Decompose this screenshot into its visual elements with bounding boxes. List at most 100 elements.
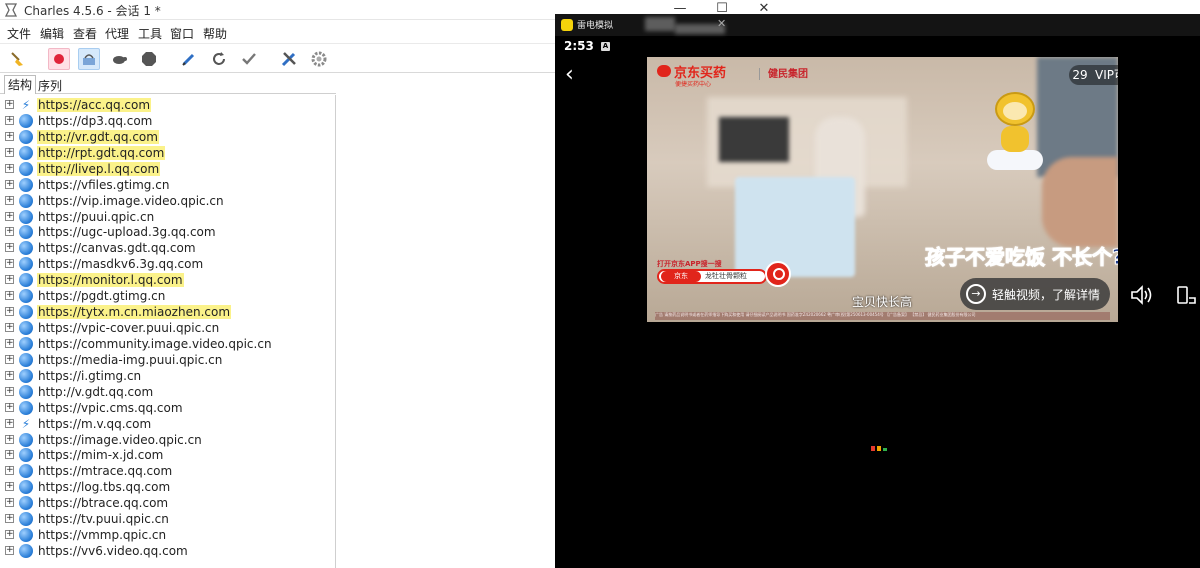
host-tree-row[interactable]: + http://rpt.gdt.qq.com (0, 145, 336, 161)
throttle-icon[interactable] (78, 48, 100, 70)
globe-icon (19, 161, 33, 176)
menu-help[interactable]: 帮助 (203, 25, 227, 42)
tab-sequence[interactable]: 序列 (38, 77, 62, 94)
menu-view[interactable]: 查看 (73, 25, 97, 42)
expand-toggle-icon[interactable]: + (5, 450, 14, 460)
expand-toggle-icon[interactable]: + (5, 163, 14, 173)
host-tree-row[interactable]: + https://i.gtimg.cn (0, 368, 336, 384)
host-tree-row[interactable]: + https://ugc-upload.3g.qq.com (0, 224, 336, 240)
menu-proxy[interactable]: 代理 (105, 25, 129, 42)
broom-icon[interactable] (7, 48, 29, 70)
host-url: https://btrace.qq.com (38, 496, 169, 511)
menu-file[interactable]: 文件 (7, 25, 31, 42)
expand-toggle-icon[interactable]: + (5, 338, 14, 348)
host-url: https://tytx.m.cn.miaozhen.com (37, 305, 232, 320)
expand-toggle-icon[interactable]: + (5, 514, 14, 524)
host-tree-row[interactable]: + https://vpic-cover.puui.qpic.cn (0, 320, 336, 336)
host-tree-row[interactable]: + https://vmmp.qpic.cn (0, 527, 336, 543)
expand-toggle-icon[interactable]: + (5, 275, 14, 285)
expand-toggle-icon[interactable]: + (5, 227, 14, 237)
stop-icon[interactable] (138, 48, 160, 70)
host-tree-row[interactable]: + https://community.image.video.qpic.cn (0, 336, 336, 352)
expand-toggle-icon[interactable]: + (5, 402, 14, 412)
menu-tools[interactable]: 工具 (138, 25, 162, 42)
expand-toggle-icon[interactable]: + (5, 466, 14, 476)
globe-icon (19, 177, 33, 192)
expand-toggle-icon[interactable]: + (5, 418, 14, 428)
host-tree-row[interactable]: + https://monitor.l.qq.com (0, 272, 336, 288)
expand-toggle-icon[interactable]: + (5, 115, 14, 125)
expand-toggle-icon[interactable]: + (5, 482, 14, 492)
emulator-title: 雷电模拟器 (577, 21, 613, 31)
emulator-tab-close-icon[interactable]: ✕ (717, 17, 726, 30)
host-tree-row[interactable]: + https://canvas.gdt.qq.com (0, 240, 336, 256)
host-url: https://monitor.l.qq.com (37, 273, 184, 288)
host-tree-row[interactable]: + https://puui.qpic.cn (0, 209, 336, 225)
expand-toggle-icon[interactable]: + (5, 386, 14, 396)
expand-toggle-icon[interactable]: + (5, 354, 14, 364)
expand-toggle-icon[interactable]: + (5, 434, 14, 444)
host-tree-row[interactable]: + https://btrace.qq.com (0, 495, 336, 511)
host-tree-row[interactable]: + ⚡ https://acc.qq.com (0, 97, 336, 113)
vip-close-ad-button[interactable]: VIP可关闭该广告 (1091, 65, 1118, 85)
record-icon[interactable] (48, 48, 70, 70)
pen-icon[interactable] (178, 48, 200, 70)
status-notification-icon: A (601, 42, 610, 51)
host-tree-row[interactable]: + https://tv.puui.qpic.cn (0, 511, 336, 527)
globe-icon (19, 289, 33, 304)
globe-icon (19, 273, 33, 288)
emulator-logo-icon (561, 19, 573, 31)
expand-toggle-icon[interactable]: + (5, 546, 14, 556)
tab-structure[interactable]: 结构 (4, 75, 37, 94)
menu-edit[interactable]: 编辑 (40, 25, 64, 42)
host-tree-row[interactable]: + https://vv6.video.qq.com (0, 543, 336, 559)
menu-window[interactable]: 窗口 (170, 25, 194, 42)
video-scene-hand (1042, 157, 1118, 247)
expand-toggle-icon[interactable]: + (5, 530, 14, 540)
charles-app-icon (5, 3, 17, 17)
ad-search-banner: 打开京东APP搜一搜 京东 龙牡壮骨颗粒 (657, 259, 797, 287)
host-tree-row[interactable]: + http://livep.l.qq.com (0, 161, 336, 177)
expand-toggle-icon[interactable]: + (5, 323, 14, 333)
expand-toggle-icon[interactable]: + (5, 211, 14, 221)
settings-icon[interactable] (308, 48, 330, 70)
host-tree-row[interactable]: + https://pgdt.gtimg.cn (0, 288, 336, 304)
host-tree-row[interactable]: + https://vfiles.gtimg.cn (0, 177, 336, 193)
host-tree-row[interactable]: + https://media-img.puui.qpic.cn (0, 352, 336, 368)
blurred-region (645, 17, 675, 31)
host-tree-row[interactable]: + https://mtrace.qq.com (0, 463, 336, 479)
host-tree-row[interactable]: + https://log.tbs.qq.com (0, 479, 336, 495)
host-tree-row[interactable]: + https://tytx.m.cn.miaozhen.com (0, 304, 336, 320)
host-tree-row[interactable]: + ⚡ https://m.v.qq.com (0, 416, 336, 432)
expand-toggle-icon[interactable]: + (5, 243, 14, 253)
host-url: https://log.tbs.qq.com (38, 480, 171, 495)
expand-toggle-icon[interactable]: + (5, 259, 14, 269)
host-tree-row[interactable]: + https://image.video.qpic.cn (0, 432, 336, 448)
expand-toggle-icon[interactable]: + (5, 147, 14, 157)
turtle-icon[interactable] (108, 48, 130, 70)
host-tree-row[interactable]: + https://mim-x.jd.com (0, 447, 336, 463)
host-tree-row[interactable]: + https://vip.image.video.qpic.cn (0, 193, 336, 209)
host-tree-row[interactable]: + https://dp3.qq.com (0, 113, 336, 129)
expand-toggle-icon[interactable]: + (5, 307, 14, 317)
host-tree-row[interactable]: + http://v.gdt.qq.com (0, 384, 336, 400)
host-tree-row[interactable]: + https://vpic.cms.qq.com (0, 400, 336, 416)
globe-icon (19, 336, 33, 351)
expand-toggle-icon[interactable]: + (5, 195, 14, 205)
fullscreen-rotate-icon[interactable] (1175, 284, 1197, 306)
volume-icon[interactable] (1130, 284, 1154, 306)
learn-more-button[interactable]: → 轻触视频，了解详情 (960, 278, 1110, 310)
magnifier-icon (765, 261, 791, 287)
expand-toggle-icon[interactable]: + (5, 131, 14, 141)
check-icon[interactable] (238, 48, 260, 70)
expand-toggle-icon[interactable]: + (5, 179, 14, 189)
expand-toggle-icon[interactable]: + (5, 100, 14, 109)
expand-toggle-icon[interactable]: + (5, 498, 14, 508)
expand-toggle-icon[interactable]: + (5, 291, 14, 301)
host-tree-row[interactable]: + https://masdkv6.3g.qq.com (0, 256, 336, 272)
back-arrow-icon[interactable]: ‹ (565, 64, 574, 86)
tools-icon[interactable] (278, 48, 300, 70)
expand-toggle-icon[interactable]: + (5, 370, 14, 380)
refresh-icon[interactable] (208, 48, 230, 70)
host-tree-row[interactable]: + http://vr.gdt.qq.com (0, 129, 336, 145)
